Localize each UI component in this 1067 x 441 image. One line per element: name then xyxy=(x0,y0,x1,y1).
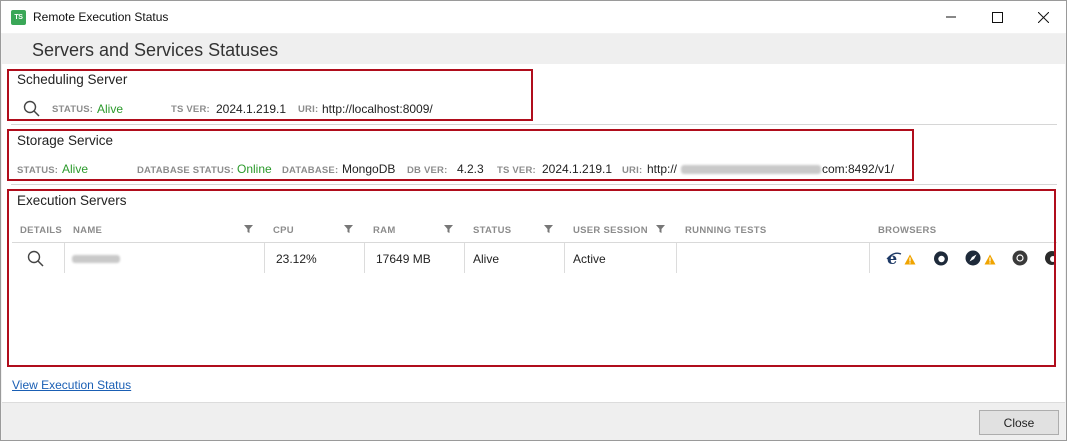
view-execution-status-link[interactable]: View Execution Status xyxy=(12,378,131,392)
close-button[interactable]: Close xyxy=(979,410,1059,435)
remote-execution-window: TS Remote Execution Status Servers and S… xyxy=(0,0,1067,441)
testsprite-app-icon: TS xyxy=(11,10,26,25)
title-bar: TS Remote Execution Status xyxy=(1,1,1066,33)
execution-servers-highlight-box xyxy=(7,189,1056,367)
close-icon xyxy=(1037,11,1049,23)
section-divider xyxy=(11,184,1057,185)
scheduling-highlight-box xyxy=(7,69,533,121)
dialog-footer: Close xyxy=(2,402,1065,440)
storage-highlight-box xyxy=(7,129,914,181)
maximize-button[interactable] xyxy=(974,1,1020,33)
minimize-icon xyxy=(946,16,956,18)
page-header: Servers and Services Statuses xyxy=(2,34,1065,64)
page-title: Servers and Services Statuses xyxy=(32,40,279,60)
maximize-icon xyxy=(991,11,1003,23)
minimize-button[interactable] xyxy=(928,1,974,33)
window-close-button[interactable] xyxy=(1020,1,1066,33)
section-divider xyxy=(11,124,1057,125)
window-title: Remote Execution Status xyxy=(33,10,169,24)
